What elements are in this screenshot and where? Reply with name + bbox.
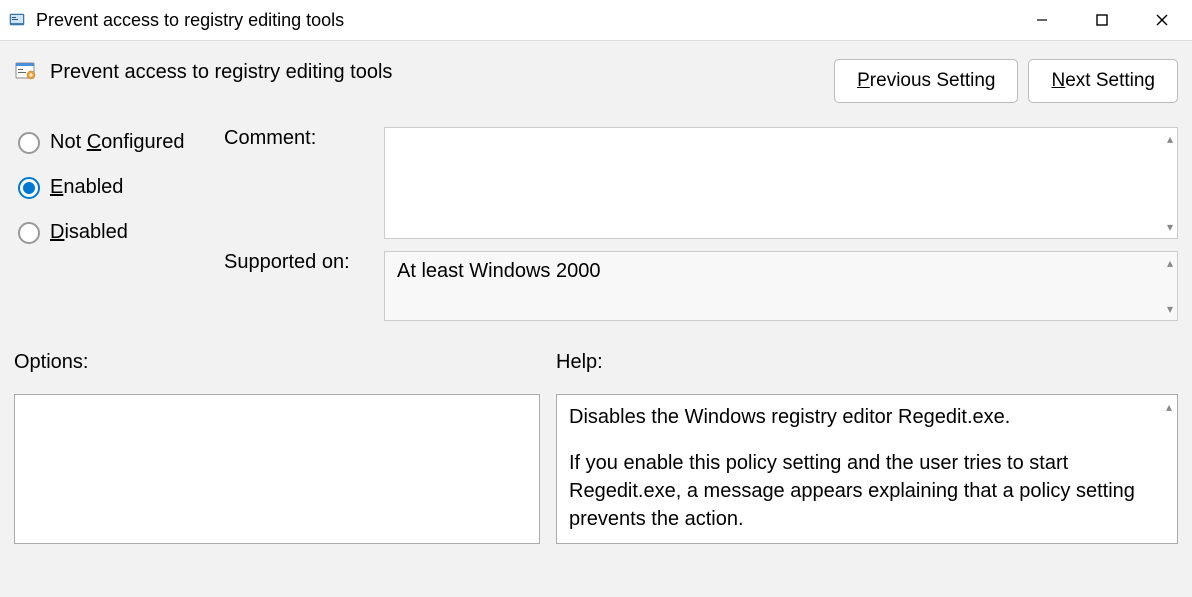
supported-textbox: At least Windows 2000 ▴ ▾ [384, 251, 1178, 321]
next-setting-button[interactable]: Next Setting [1028, 59, 1178, 103]
comment-label: Comment: [224, 127, 384, 150]
window-title: Prevent access to registry editing tools [36, 10, 1012, 31]
radio-icon [18, 132, 40, 154]
supported-label: Supported on: [224, 251, 384, 274]
supported-value: At least Windows 2000 [397, 260, 600, 282]
radio-label: Not Configured [50, 131, 185, 154]
options-panel[interactable] [14, 394, 540, 544]
maximize-button[interactable] [1072, 0, 1132, 40]
bottom-section: Options: Help: Disables the Windows regi… [14, 351, 1178, 544]
close-button[interactable] [1132, 0, 1192, 40]
supported-row: Supported on: At least Windows 2000 ▴ ▾ [224, 251, 1178, 321]
policy-icon [14, 59, 38, 83]
radio-disabled[interactable]: Disabled [18, 221, 224, 244]
previous-setting-button[interactable]: Previous Setting [834, 59, 1018, 103]
scroll-down-icon[interactable]: ▾ [1167, 302, 1173, 316]
help-panel[interactable]: Disables the Windows registry editor Reg… [556, 394, 1178, 544]
radio-icon-selected [18, 177, 40, 199]
comment-textbox[interactable]: ▴ ▾ [384, 127, 1178, 239]
radio-label: Enabled [50, 176, 123, 199]
fields-column: Comment: ▴ ▾ Supported on: At least Wind… [224, 127, 1178, 333]
nav-buttons: Previous Setting Next Setting [834, 59, 1178, 103]
titlebar: Prevent access to registry editing tools [0, 0, 1192, 40]
radio-not-configured[interactable]: Not Configured [18, 131, 224, 154]
comment-input[interactable] [385, 128, 1177, 238]
help-wrapper: Disables the Windows registry editor Reg… [556, 394, 1178, 544]
policy-title: Prevent access to registry editing tools [50, 59, 814, 84]
main-section: Not Configured Enabled Disabled Comment:… [14, 127, 1178, 333]
scroll-up-icon[interactable]: ▴ [1167, 132, 1173, 146]
minimize-button[interactable] [1012, 0, 1072, 40]
help-paragraph: Disables the Windows registry editor Reg… [569, 403, 1165, 431]
scroll-down-icon[interactable]: ▾ [1167, 220, 1173, 234]
radio-enabled[interactable]: Enabled [18, 176, 224, 199]
options-label: Options: [14, 351, 540, 374]
radio-label: Disabled [50, 221, 128, 244]
scroll-up-icon[interactable]: ▴ [1166, 400, 1172, 414]
radio-icon [18, 222, 40, 244]
help-column: Help: Disables the Windows registry edit… [556, 351, 1178, 544]
scroll-up-icon[interactable]: ▴ [1167, 256, 1173, 270]
options-column: Options: [14, 351, 540, 544]
comment-row: Comment: ▴ ▾ [224, 127, 1178, 239]
help-label: Help: [556, 351, 1178, 374]
radio-group: Not Configured Enabled Disabled [14, 127, 224, 266]
app-icon [8, 10, 28, 30]
window-controls [1012, 0, 1192, 40]
header-row: Prevent access to registry editing tools… [14, 59, 1178, 103]
content-area: Prevent access to registry editing tools… [0, 40, 1192, 597]
help-paragraph: If you enable this policy setting and th… [569, 449, 1165, 533]
